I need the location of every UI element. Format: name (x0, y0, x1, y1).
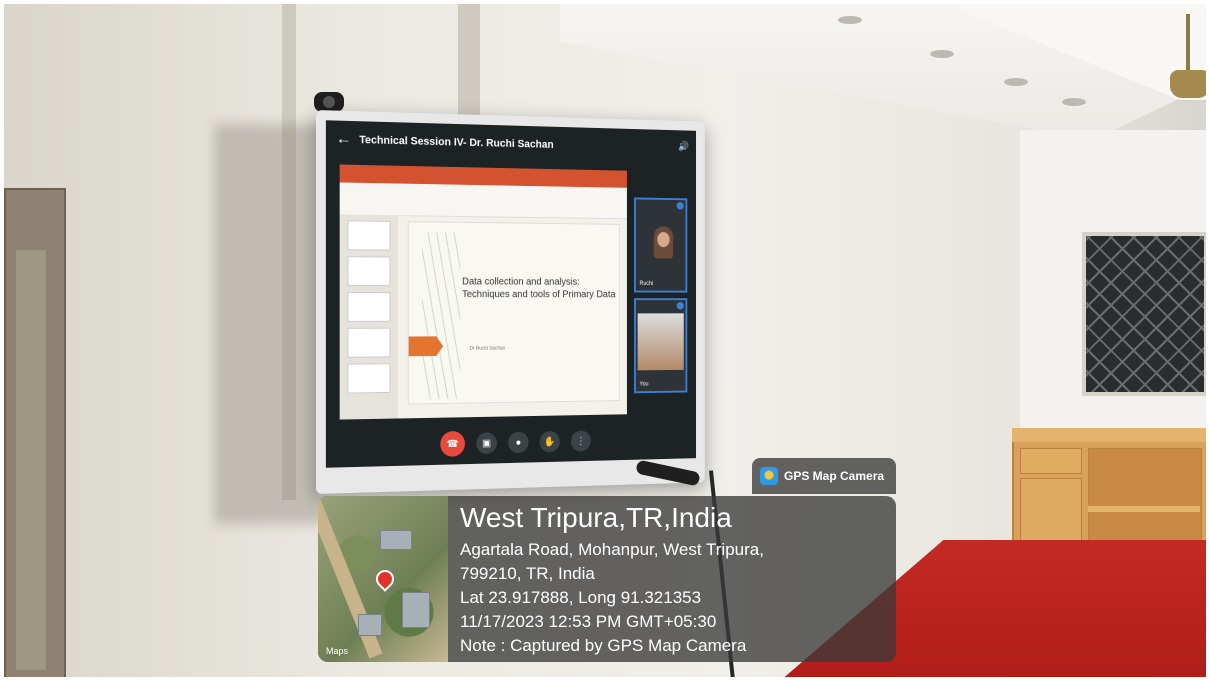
wall-pipe (458, 0, 480, 120)
participant-tile[interactable]: You (634, 298, 688, 394)
gps-badge-label: GPS Map Camera (784, 469, 885, 483)
location-pin-icon (372, 566, 398, 592)
pin-icon[interactable] (676, 201, 684, 210)
ceiling-fan (1170, 70, 1210, 98)
ceiling-light (930, 50, 954, 58)
map-label: Maps (326, 646, 349, 656)
gps-badge: GPS Map Camera (752, 458, 896, 494)
participant-tile[interactable]: Ruchi (634, 197, 688, 293)
more-options-icon[interactable]: ⋮ (570, 430, 591, 452)
raise-hand-icon[interactable]: ✋ (539, 430, 560, 453)
ceiling-fan-rod (1186, 14, 1190, 74)
gps-overlay: GPS Map Camera Maps West Tripura,TR,Indi… (318, 458, 896, 662)
meeting-title: Technical Session IV- Dr. Ruchi Sachan (359, 134, 554, 151)
participant-name: Ruchi (639, 281, 654, 287)
webcam (314, 92, 344, 112)
participant-video (638, 213, 684, 270)
window-grille (1082, 232, 1208, 396)
call-controls: ☎ ▣ ● ✋ ⋮ (326, 424, 696, 461)
speaker-icon[interactable]: 🔊 (678, 142, 689, 153)
slide-arrow-shape (409, 336, 443, 356)
ceiling-light (1062, 98, 1086, 106)
gps-camera-icon (760, 467, 778, 485)
tv-shadow (214, 124, 324, 524)
shared-presentation: Data collection and analysis: Techniques… (339, 164, 627, 420)
slide-title: Data collection and analysis: Techniques… (462, 276, 616, 301)
gps-coordinates: Lat 23.917888, Long 91.321353 (460, 588, 702, 607)
participant-video (637, 313, 684, 371)
slide-author: Dr Ruchi Sachan (469, 345, 506, 352)
participant-name: You (639, 381, 649, 388)
gps-note: Note : Captured by GPS Map Camera (460, 636, 747, 655)
gps-address-line-1: Agartala Road, Mohanpur, West Tripura, (460, 540, 764, 559)
photo-scene: ← Technical Session IV- Dr. Ruchi Sachan… (0, 0, 1210, 681)
ppt-toolbar (339, 182, 627, 220)
video-call-screen: ← Technical Session IV- Dr. Ruchi Sachan… (325, 120, 697, 468)
gps-datetime: 11/17/2023 12:53 PM GMT+05:30 (460, 612, 717, 631)
mic-icon[interactable]: ● (508, 431, 529, 454)
ceiling-light (1004, 78, 1028, 86)
back-arrow-icon[interactable]: ← (336, 131, 352, 149)
door-frame (4, 188, 66, 681)
ceiling-light (838, 16, 862, 24)
meeting-header: ← Technical Session IV- Dr. Ruchi Sachan (326, 120, 696, 166)
end-call-icon[interactable]: ☎ (440, 430, 465, 457)
gps-city: West Tripura,TR,India (460, 502, 732, 533)
camera-icon[interactable]: ▣ (476, 432, 497, 455)
current-slide: Data collection and analysis: Techniques… (407, 221, 620, 405)
pin-icon[interactable] (676, 302, 684, 310)
slide-thumbnails (339, 214, 399, 420)
satellite-map: Maps (318, 496, 448, 662)
gps-address-line-2: 799210, TR, India (460, 564, 595, 583)
tv-display: ← Technical Session IV- Dr. Ruchi Sachan… (316, 110, 705, 494)
